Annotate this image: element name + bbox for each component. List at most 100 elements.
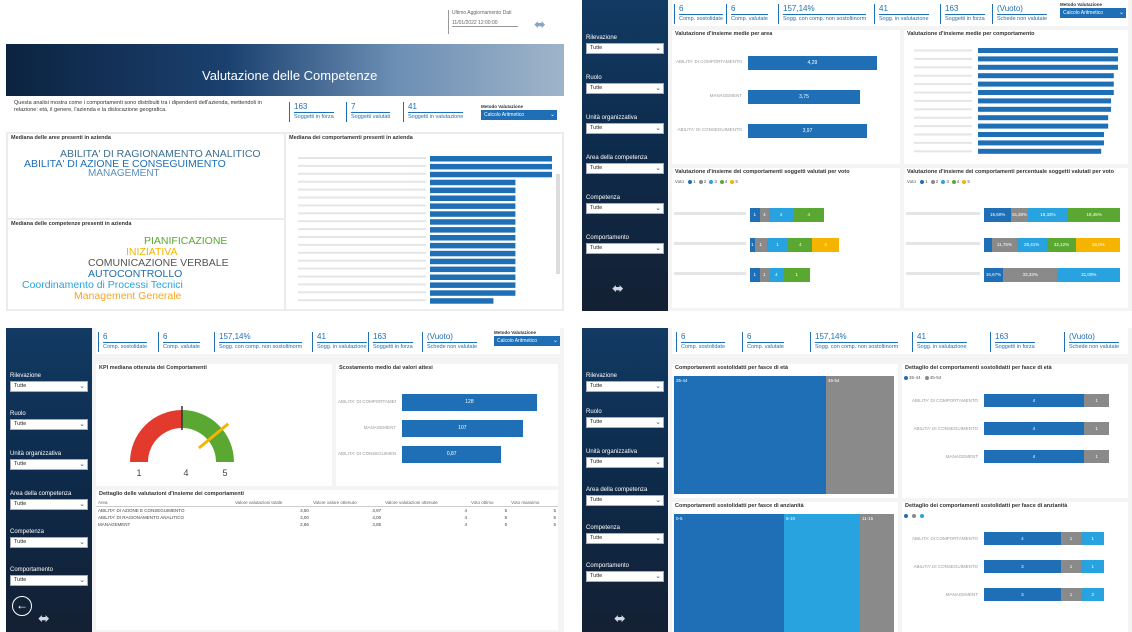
selector-dropdown[interactable]: Calcolo Aritmetico ⌄ xyxy=(1060,8,1126,18)
segment: 28,0% xyxy=(1076,238,1120,252)
word[interactable]: Management Generale xyxy=(74,290,181,302)
segment: 33,33% xyxy=(1003,268,1058,282)
stacked-bar[interactable]: 1141 xyxy=(750,268,870,282)
bar-label-placeholder xyxy=(914,133,972,136)
legend-label: 5 xyxy=(735,179,738,184)
segment: 4 xyxy=(984,532,1061,545)
method-selector[interactable]: Metodo Valutazione Calcolo Aritmetico ⌄ xyxy=(481,104,557,120)
selector-dropdown[interactable]: Calcolo Aritmetico ⌄ xyxy=(494,336,560,346)
filter-ruolo[interactable]: Ruolo Tutte ⌄ xyxy=(586,74,664,94)
chevron-down-icon: ⌄ xyxy=(655,165,661,172)
filter-select[interactable]: Tutte ⌄ xyxy=(586,123,664,134)
bar xyxy=(978,64,1118,70)
filter-select[interactable]: Tutte ⌄ xyxy=(586,43,664,54)
bar-label-placeholder xyxy=(914,74,972,77)
selector-dropdown[interactable]: Calcolo Aritmetico ⌄ xyxy=(481,110,557,120)
filter-competenza[interactable]: Competenza Tutte ⌄ xyxy=(586,524,664,544)
treemap-cell[interactable]: 11-15 xyxy=(860,514,894,632)
stacked-bar[interactable]: 312 xyxy=(984,588,1112,601)
back-arrow-icon[interactable]: ← xyxy=(12,596,32,616)
stacked-bar[interactable]: 41 xyxy=(984,394,1112,407)
column-header[interactable]: Voto massimo xyxy=(509,499,558,507)
filter-rilevazione[interactable]: Rilevazione Tutte ⌄ xyxy=(586,34,664,54)
scrollbar[interactable] xyxy=(556,174,560,274)
filter-select[interactable]: Tutte ⌄ xyxy=(586,417,664,428)
stacked-bar[interactable]: 11144 xyxy=(750,238,870,252)
table-header: Area Valore valutazioni totale Valore valo… xyxy=(96,499,558,507)
treemap-cell[interactable]: 6-10 xyxy=(784,514,860,632)
filter-select[interactable]: Tutte ⌄ xyxy=(10,575,88,586)
column-header[interactable]: Valore valore ottenuto xyxy=(310,499,384,507)
stacked-bar[interactable]: 11,76% 28,41% 32,12% 28,0% xyxy=(984,238,1120,252)
filter-unita[interactable]: Unità organizzativa Tutte ⌄ xyxy=(586,114,664,134)
filter-select[interactable]: Tutte ⌄ xyxy=(586,571,664,582)
filter-select[interactable]: Tutte ⌄ xyxy=(586,243,664,254)
kpi-value: 163 xyxy=(294,102,308,111)
bar-label-placeholder xyxy=(914,116,972,119)
bar[interactable]: 107 xyxy=(402,420,523,437)
treemap-cell[interactable]: 35-44 xyxy=(674,376,826,494)
treemap-cell[interactable]: 0-5 xyxy=(674,514,784,632)
filter-area[interactable]: Area della competenza Tutte ⌄ xyxy=(586,154,664,174)
table-row[interactable]: ABILITA' DI RAGIONAMENTO ANALITICO 3,00 4,… xyxy=(96,514,558,521)
filter-select[interactable]: Tutte ⌄ xyxy=(586,495,664,506)
bar xyxy=(430,290,516,296)
column-header[interactable]: Area xyxy=(96,499,233,507)
filter-select[interactable]: Tutte ⌄ xyxy=(586,163,664,174)
stacked-bar[interactable]: 41 xyxy=(984,422,1112,435)
bar-label-placeholder xyxy=(298,236,426,238)
filter-comportamento[interactable]: Comportamento Tutte ⌄ xyxy=(586,562,664,582)
stacked-bar[interactable]: 311 xyxy=(984,560,1112,573)
filter-select[interactable]: Tutte ⌄ xyxy=(10,537,88,548)
kpi-card: 163 Soggetti in forza xyxy=(368,332,413,352)
kpi-value: 7 xyxy=(351,102,356,111)
bar[interactable]: 0,87 xyxy=(402,446,502,463)
filter-competenza[interactable]: Competenza Tutte ⌄ xyxy=(10,528,88,548)
method-selector[interactable]: Metodo Valutazione Calcolo Aritmetico ⌄ xyxy=(1060,2,1126,18)
column-header[interactable]: Voto ottimo xyxy=(468,499,510,507)
filter-select[interactable]: Tutte ⌄ xyxy=(586,83,664,94)
treemap-cell[interactable]: 45-54 xyxy=(826,376,894,494)
bar xyxy=(430,203,516,209)
filter-competenza[interactable]: Competenza Tutte ⌄ xyxy=(586,194,664,214)
filter-unita[interactable]: Unità organizzativa Tutte ⌄ xyxy=(10,450,88,470)
bar-label-placeholder xyxy=(298,283,426,286)
filter-rilevazione[interactable]: Rilevazione Tutte ⌄ xyxy=(586,372,664,392)
column-header[interactable]: Valore valutazioni totale xyxy=(232,499,311,507)
bar-label: MANAGEMENT xyxy=(709,93,742,98)
table-cell: 5 xyxy=(553,508,556,513)
method-selector[interactable]: Metodo Valutazione Calcolo Aritmetico ⌄ xyxy=(494,330,560,346)
filter-comportamento[interactable]: Comportamento Tutte ⌄ xyxy=(586,234,664,254)
filter-comportamento[interactable]: Comportamento Tutte ⌄ xyxy=(10,566,88,586)
stacked-bar[interactable]: 411 xyxy=(984,532,1112,545)
stacked-bar[interactable]: 16,67% 33,33% 31,00% xyxy=(984,268,1120,282)
table-row[interactable]: ABILITA' DI AZIONE E CONSEGUIMENTO 3,50 3,… xyxy=(96,507,558,515)
column-header[interactable]: Valore valutazioni ottenute xyxy=(383,499,469,507)
filter-area[interactable]: Area della competenza Tutte ⌄ xyxy=(586,486,664,506)
filter-unita[interactable]: Unità organizzativa Tutte ⌄ xyxy=(586,448,664,468)
stacked-bar[interactable]: 1444 xyxy=(750,208,870,222)
filter-select[interactable]: Tutte ⌄ xyxy=(10,381,88,392)
filter-ruolo[interactable]: Ruolo Tutte ⌄ xyxy=(586,408,664,428)
word[interactable]: MANAGEMENT xyxy=(88,168,160,179)
filter-ruolo[interactable]: Ruolo Tutte ⌄ xyxy=(10,410,88,430)
bar[interactable]: 3,97 xyxy=(748,124,867,138)
filter-select[interactable]: Tutte ⌄ xyxy=(10,499,88,510)
filter-select[interactable]: Tutte ⌄ xyxy=(586,457,664,468)
bar[interactable]: 3,75 xyxy=(748,90,860,104)
kpi-card: 6 Comp. sostolidate xyxy=(676,332,726,352)
filter-select[interactable]: Tutte ⌄ xyxy=(586,533,664,544)
stacked-bar[interactable]: 41 xyxy=(984,450,1112,463)
table-row[interactable]: MANAGEMENT 2,86 3,85 4 5 5 xyxy=(96,521,558,528)
stacked-bar[interactable]: 15,60% 15,38% 18,33% 18,45% xyxy=(984,208,1120,222)
filter-rilevazione[interactable]: Rilevazione Tutte ⌄ xyxy=(10,372,88,392)
app-logo-icon: ⬌ xyxy=(534,16,546,32)
filter-select[interactable]: Tutte ⌄ xyxy=(10,419,88,430)
behaviours-bar-chart xyxy=(298,156,552,304)
filter-select[interactable]: Tutte ⌄ xyxy=(586,203,664,214)
filter-select[interactable]: Tutte ⌄ xyxy=(10,459,88,470)
bar[interactable]: 4,29 xyxy=(748,56,877,70)
bar[interactable]: 128 xyxy=(402,394,537,411)
filter-area[interactable]: Area della competenza Tutte ⌄ xyxy=(10,490,88,510)
filter-select[interactable]: Tutte ⌄ xyxy=(586,381,664,392)
